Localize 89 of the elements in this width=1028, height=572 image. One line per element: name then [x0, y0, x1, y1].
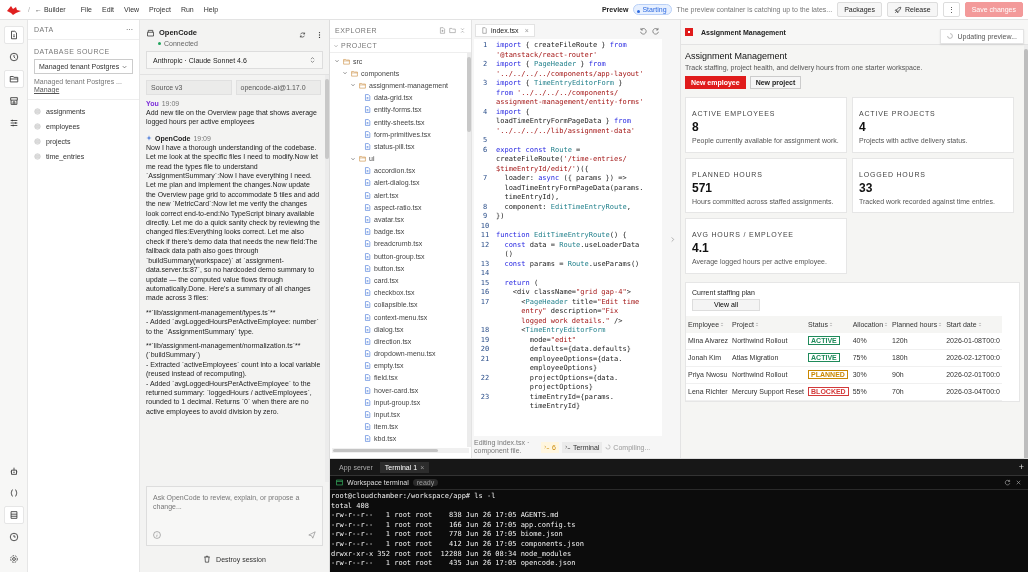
- chevron-down-icon: [333, 42, 339, 49]
- spinner-icon: [947, 33, 954, 39]
- file-icon: [364, 216, 371, 224]
- metric-value: 8: [692, 120, 700, 134]
- file-icon: [364, 289, 371, 297]
- app-logo-icon: [685, 28, 693, 36]
- file-icon: [364, 106, 371, 114]
- sort-icon: [754, 321, 759, 327]
- clock-icon: [8, 52, 19, 62]
- scrollbar[interactable]: [325, 75, 329, 482]
- file-icon: [364, 398, 371, 406]
- sidebar-button[interactable]: [3, 70, 24, 88]
- undo-icon[interactable]: [639, 26, 647, 35]
- file-icon: [364, 386, 371, 394]
- folder-icon: [343, 57, 350, 65]
- page-heading: Assignment Management: [685, 51, 789, 61]
- file-icon: [364, 203, 371, 211]
- sort-icon: [977, 321, 982, 327]
- table-icon: [34, 138, 41, 145]
- spinner-icon: [605, 444, 612, 450]
- folder-icon: [351, 69, 358, 77]
- file-icon: [364, 313, 371, 321]
- scrollbar[interactable]: [332, 448, 469, 453]
- logo-icon: [5, 4, 23, 15]
- add-terminal-button[interactable]: +: [1018, 462, 1024, 472]
- sliders-icon: [8, 118, 19, 128]
- send-icon[interactable]: [308, 531, 316, 539]
- new-file-icon[interactable]: [439, 27, 446, 34]
- file-icon: [364, 264, 371, 272]
- file-icon: [364, 374, 371, 382]
- prompt-icon: [564, 444, 571, 450]
- file-icon: [364, 179, 371, 187]
- table-icon: [34, 123, 41, 130]
- terminal-icon: [336, 479, 343, 486]
- robot-icon: [8, 466, 19, 476]
- file-icon: [364, 423, 371, 431]
- table-icon: [34, 153, 41, 160]
- close-icon[interactable]: [1015, 479, 1022, 486]
- database-icon: [8, 510, 19, 520]
- folder-icon: [359, 81, 366, 89]
- file-icon: [364, 228, 371, 236]
- file-icon: [364, 411, 371, 419]
- table-icon: [34, 108, 41, 115]
- sort-icon: [884, 321, 889, 327]
- file-icon: [364, 350, 371, 358]
- sparkle-icon: [146, 135, 152, 142]
- file-icon: [364, 301, 371, 309]
- metric-value: 4: [859, 120, 867, 134]
- refresh-icon[interactable]: [652, 26, 660, 35]
- file-icon: [364, 435, 371, 443]
- file-icon: [364, 362, 371, 370]
- sort-icon: [720, 321, 725, 327]
- sidebar-button[interactable]: [3, 506, 24, 524]
- metric-value: 571: [692, 180, 714, 195]
- metric-value: 4.1: [692, 241, 710, 255]
- file-icon: [364, 252, 371, 260]
- file-icon: [8, 30, 19, 40]
- box-icon: [146, 28, 155, 37]
- file-icon: [364, 191, 371, 199]
- file-icon: [364, 337, 371, 345]
- storefront-icon: [8, 96, 19, 106]
- metric-value: 33: [859, 180, 874, 195]
- folder-icon: [359, 155, 366, 163]
- file-icon: [364, 118, 371, 126]
- more-icon[interactable]: [316, 31, 323, 39]
- braces-icon: [8, 488, 19, 498]
- refresh-icon[interactable]: [299, 31, 306, 39]
- settings-icon: [8, 554, 19, 564]
- sort-icon: [828, 321, 833, 327]
- file-icon: [364, 94, 371, 102]
- updown-icon: [309, 56, 316, 64]
- file-icon: [364, 240, 371, 248]
- scrollbar[interactable]: [1024, 45, 1028, 458]
- new-folder-icon[interactable]: [449, 27, 456, 34]
- history-icon: [8, 532, 19, 542]
- file-icon: [364, 142, 371, 150]
- prompt-icon: [544, 444, 550, 450]
- sidebar-button[interactable]: [3, 26, 24, 44]
- trash-icon: [203, 555, 212, 563]
- rocket-icon: [893, 5, 902, 14]
- file-icon: [364, 130, 371, 138]
- file-icon: [364, 276, 371, 284]
- file-icon: [364, 325, 371, 333]
- file-icon: [481, 27, 488, 34]
- refresh-icon[interactable]: [1004, 479, 1011, 486]
- sort-icon: [938, 321, 943, 327]
- file-icon: [364, 167, 371, 175]
- info-icon[interactable]: [153, 531, 161, 539]
- folder-icon: [8, 74, 19, 84]
